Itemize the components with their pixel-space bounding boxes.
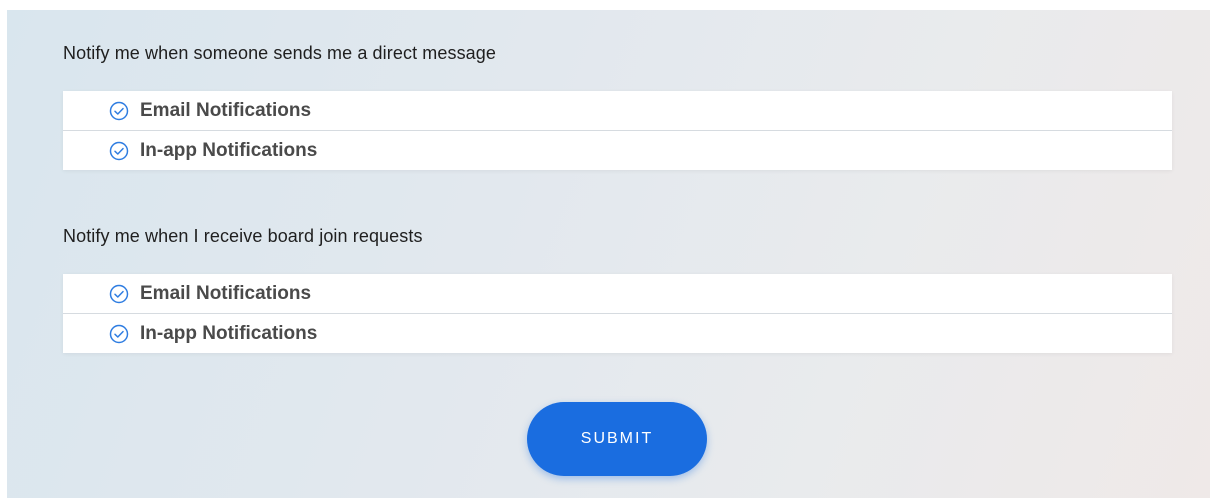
option-in-app-notifications[interactable]: In-app Notifications: [63, 313, 1172, 353]
check-circle-icon: [109, 141, 129, 161]
direct-message-options: Email Notifications In-app Notifications: [63, 91, 1172, 170]
option-label: Email Notifications: [140, 99, 312, 121]
option-label: In-app Notifications: [140, 139, 318, 161]
option-email-notifications[interactable]: Email Notifications: [63, 91, 1172, 130]
option-label: Email Notifications: [140, 282, 312, 304]
option-label: In-app Notifications: [140, 322, 318, 344]
board-join-options: Email Notifications In-app Notifications: [63, 274, 1172, 353]
check-circle-icon: [109, 324, 129, 344]
option-in-app-notifications[interactable]: In-app Notifications: [63, 130, 1172, 170]
section-heading-board-join: Notify me when I receive board join requ…: [63, 226, 423, 246]
notification-settings-panel: Notify me when someone sends me a direct…: [7, 10, 1210, 498]
submit-button[interactable]: SUBMIT: [527, 402, 707, 476]
section-heading-direct-message: Notify me when someone sends me a direct…: [63, 43, 497, 63]
check-circle-icon: [109, 284, 129, 304]
check-circle-icon: [109, 101, 129, 121]
option-email-notifications[interactable]: Email Notifications: [63, 274, 1172, 313]
